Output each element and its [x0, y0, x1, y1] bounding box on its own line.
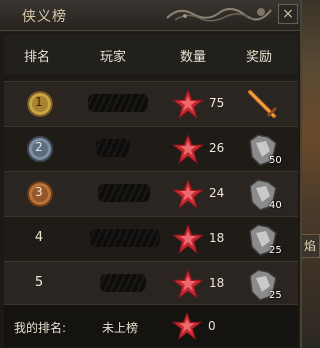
player-name-obscured — [88, 94, 148, 112]
rank-number: 5 — [34, 275, 44, 290]
side-tab-label[interactable]: 焰 — [300, 234, 320, 258]
rank-number: 2 — [35, 140, 43, 154]
reward-count: 50 — [269, 155, 282, 166]
star-icon — [172, 311, 202, 341]
quantity-value: 18 — [209, 231, 225, 245]
dragon-ornament-icon — [166, 8, 272, 22]
player-name-obscured — [100, 274, 146, 292]
player-name-obscured — [90, 229, 160, 247]
my-rank-value: 未上榜 — [102, 321, 139, 335]
rank-number: 1 — [35, 95, 43, 109]
reward-count: 40 — [269, 200, 282, 211]
quantity-value: 18 — [209, 276, 225, 290]
star-icon — [172, 133, 204, 165]
ranking-panel: 侠义榜 × 排名 玩家 数量 奖励 1 75 2 26 50 3 24 40 4… — [0, 0, 302, 348]
rank-number: 3 — [35, 185, 43, 199]
my-rank-label: 我的排名: — [14, 321, 67, 335]
quantity-value: 26 — [209, 141, 225, 155]
table-header: 排名 玩家 数量 奖励 — [4, 34, 298, 74]
my-quantity-value: 0 — [208, 319, 216, 333]
table-row[interactable]: 2 26 50 — [4, 126, 298, 171]
sword-icon[interactable] — [244, 86, 282, 124]
quantity-value: 75 — [209, 96, 225, 110]
quantity-value: 24 — [209, 186, 225, 200]
reward-count: 25 — [269, 245, 282, 256]
player-name-obscured — [98, 184, 150, 202]
rank-number: 4 — [34, 230, 44, 245]
star-icon — [172, 223, 204, 255]
my-rank-footer: 我的排名: 未上榜 0 — [4, 304, 298, 347]
close-button[interactable]: × — [278, 4, 298, 24]
table-row[interactable]: 3 24 40 — [4, 171, 298, 216]
column-header-quantity: 数量 — [180, 50, 207, 65]
table-row[interactable]: 5 18 25 — [4, 261, 298, 306]
star-icon — [172, 268, 204, 300]
window-title: 侠义榜 — [22, 9, 67, 25]
column-header-rank: 排名 — [24, 50, 51, 65]
table-row[interactable]: 4 18 25 — [4, 216, 298, 261]
star-icon — [172, 178, 204, 210]
column-header-player: 玩家 — [100, 50, 127, 65]
star-icon — [172, 88, 204, 120]
table-row[interactable]: 1 75 — [4, 81, 298, 126]
column-header-reward: 奖励 — [246, 50, 273, 65]
player-name-obscured — [96, 139, 130, 157]
title-bar: 侠义榜 × — [0, 0, 300, 31]
reward-count: 25 — [269, 290, 282, 301]
